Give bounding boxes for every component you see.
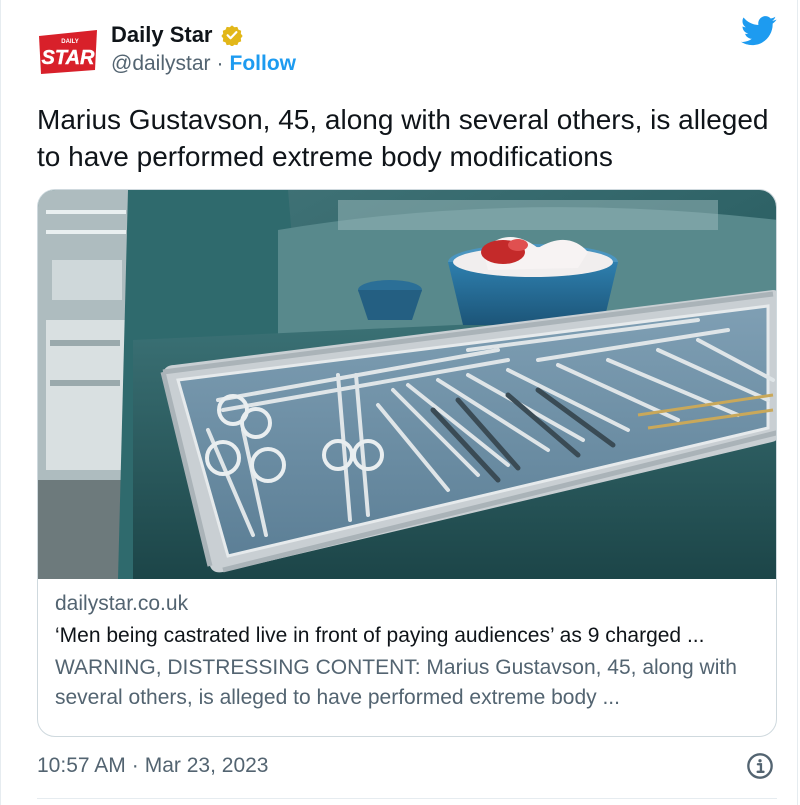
tweet-embed: DAILY STAR Daily Star @dailystar · Follow … xyxy=(0,0,798,805)
card-image[interactable] xyxy=(38,190,777,579)
card-domain[interactable]: dailystar.co.uk xyxy=(55,588,761,620)
author-name[interactable]: Daily Star xyxy=(111,22,213,48)
divider xyxy=(37,798,777,799)
avatar-logo-small-text: DAILY xyxy=(61,39,78,45)
link-card[interactable]: dailystar.co.uk ‘Men being castrated liv… xyxy=(37,189,777,737)
tweet-date[interactable]: Mar 23, 2023 xyxy=(145,754,269,777)
tweet-timestamp[interactable]: 10:57 AM · Mar 23, 2023 xyxy=(37,754,268,778)
twitter-bird-icon[interactable] xyxy=(741,16,777,46)
card-description: WARNING, DISTRESSING CONTENT: Marius Gus… xyxy=(55,656,737,709)
avatar-logo-text: STAR xyxy=(42,47,96,69)
card-body: dailystar.co.uk ‘Men being castrated liv… xyxy=(55,588,761,713)
tweet-text: Marius Gustavson, 45, along with several… xyxy=(37,104,769,172)
timestamp-separator: · xyxy=(131,754,139,777)
card-title[interactable]: ‘Men being castrated live in front of pa… xyxy=(55,620,761,652)
tweet-header: DAILY STAR Daily Star @dailystar · Follow xyxy=(37,16,777,82)
author-handle-row: @dailystar · Follow xyxy=(111,52,296,76)
verified-badge-icon xyxy=(221,25,243,46)
info-icon[interactable] xyxy=(746,752,774,780)
follow-button[interactable]: Follow xyxy=(230,52,297,75)
handle-separator: · xyxy=(216,52,224,75)
author-handle[interactable]: @dailystar xyxy=(111,52,211,75)
tweet-time[interactable]: 10:57 AM xyxy=(37,754,126,777)
avatar[interactable]: DAILY STAR xyxy=(37,26,99,78)
